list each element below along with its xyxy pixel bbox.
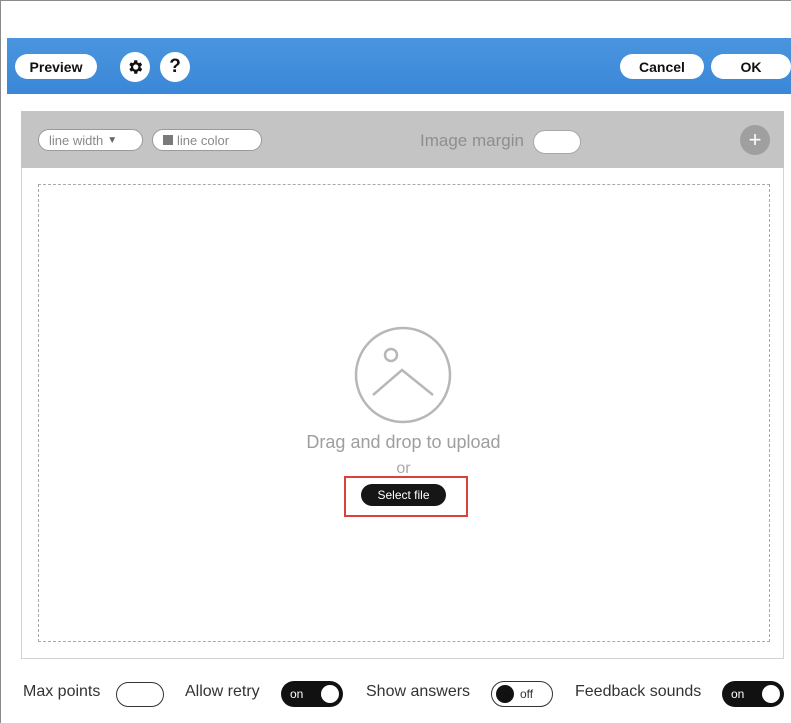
toggle-state-text: off xyxy=(520,687,534,701)
toggle-knob xyxy=(496,685,514,703)
ok-button[interactable]: OK xyxy=(711,54,791,79)
image-margin-input[interactable] xyxy=(533,130,581,154)
toggle-state-text: on xyxy=(290,687,304,701)
line-color-picker[interactable]: line color xyxy=(152,129,262,151)
cancel-button[interactable]: Cancel xyxy=(620,54,704,79)
gear-icon xyxy=(129,60,143,74)
feedback-sounds-toggle[interactable]: on xyxy=(722,681,784,707)
line-width-dropdown[interactable]: line width ▼ xyxy=(38,129,143,151)
plus-icon: + xyxy=(748,127,762,152)
select-file-button[interactable]: Select file xyxy=(361,484,446,506)
show-answers-label: Show answers xyxy=(366,683,471,700)
help-button[interactable]: ? xyxy=(160,52,190,82)
dropdown-arrow-icon: ▼ xyxy=(107,134,118,146)
toggle-state-text: on xyxy=(731,687,745,701)
settings-button[interactable] xyxy=(120,52,150,82)
add-button[interactable]: + xyxy=(740,125,770,155)
drag-drop-text: Drag and drop to upload xyxy=(306,432,501,452)
feedback-sounds-label: Feedback sounds xyxy=(575,683,702,700)
toggle-knob xyxy=(321,685,339,703)
allow-retry-toggle[interactable]: on xyxy=(281,681,343,707)
line-color-label: line color xyxy=(177,132,230,148)
allow-retry-label: Allow retry xyxy=(185,683,260,700)
image-margin-label: Image margin xyxy=(420,131,524,150)
show-answers-toggle[interactable]: off xyxy=(491,681,553,707)
color-swatch xyxy=(163,135,173,145)
toggle-knob xyxy=(762,685,780,703)
preview-button[interactable]: Preview xyxy=(15,54,97,79)
line-width-label: line width xyxy=(49,132,104,148)
image-icon xyxy=(354,326,452,424)
max-points-label: Max points xyxy=(23,683,101,700)
max-points-input[interactable] xyxy=(116,682,164,707)
